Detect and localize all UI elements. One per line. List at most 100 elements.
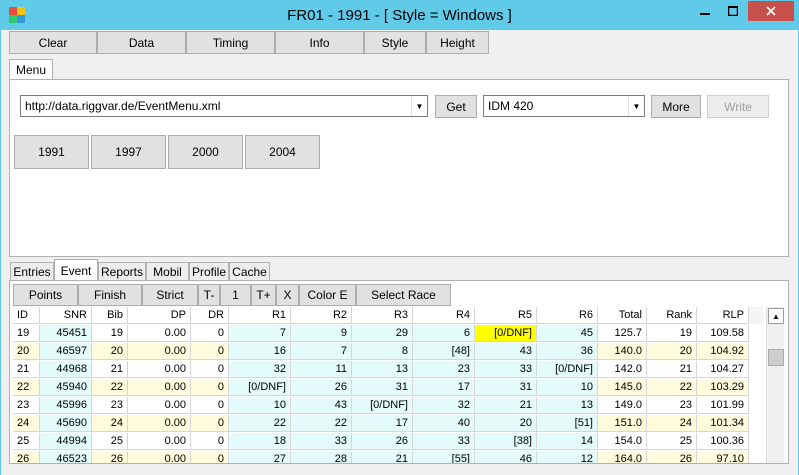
toolbar-button-timing[interactable]: Timing <box>186 31 275 54</box>
event-toolbar-x[interactable]: X <box>276 284 299 306</box>
column-header[interactable]: Rank <box>647 307 697 324</box>
column-header[interactable]: R6 <box>537 307 598 324</box>
table-cell: 14 <box>537 433 598 450</box>
event-toolbar-points[interactable]: Points <box>13 284 78 306</box>
table-cell: [0/DNF] <box>352 397 413 414</box>
table-cell: 45996 <box>40 397 92 414</box>
chevron-down-icon[interactable]: ▼ <box>628 96 644 116</box>
tab-profile[interactable]: Profile <box>189 262 229 281</box>
table-cell: 17 <box>352 415 413 432</box>
toolbar-button-style[interactable]: Style <box>364 31 426 54</box>
table-row[interactable]: 19 45451 19 0.00 0 7 9 29 6 [0/DNF] 45 125.7 19 109.5… <box>13 325 763 342</box>
event-toolbar-strict[interactable]: Strict <box>142 284 198 306</box>
column-header[interactable]: R2 <box>291 307 352 324</box>
url-combobox[interactable]: http://data.riggvar.de/EventMenu.xml ▼ <box>20 95 428 117</box>
table-cell: 21 <box>647 361 697 378</box>
write-button[interactable]: Write <box>707 95 769 118</box>
tab-cache[interactable]: Cache <box>229 262 270 281</box>
table-row[interactable]: 24 45690 24 0.00 0 22 22 17 40 20 [51] 151.0 24 101.3… <box>13 415 763 432</box>
year-button-1991[interactable]: 1991 <box>14 135 89 169</box>
table-cell: 17 <box>413 379 475 396</box>
table-cell: 25 <box>92 433 128 450</box>
column-header[interactable]: R1 <box>229 307 291 324</box>
column-header[interactable]: ID <box>13 307 40 324</box>
get-button[interactable]: Get <box>435 95 477 118</box>
tab-mobil[interactable]: Mobil <box>146 262 189 281</box>
event-toolbar-t[interactable]: T+ <box>251 284 276 306</box>
table-cell: 0.00 <box>128 361 191 378</box>
column-header[interactable]: Total <box>598 307 647 324</box>
event-toolbar-finish[interactable]: Finish <box>78 284 142 306</box>
tab-reports[interactable]: Reports <box>98 262 146 281</box>
table-cell: 13 <box>537 397 598 414</box>
event-toolbar-1[interactable]: 1 <box>220 284 251 306</box>
table-cell: 104.27 <box>697 361 749 378</box>
table-row[interactable]: 26 46523 26 0.00 0 27 28 21 [55] 46 12 164.0 26 97.10 <box>13 451 763 463</box>
table-header: ID SNR Bib DP DR R1 R2 R3 R4 R5 R6 Total Rank RLP <box>13 307 763 324</box>
tab-event[interactable]: Event <box>54 259 98 281</box>
chevron-down-icon[interactable]: ▼ <box>411 96 427 116</box>
menu-panel: http://data.riggvar.de/EventMenu.xml ▼ G… <box>9 79 789 257</box>
toolbar-button-data[interactable]: Data <box>97 31 186 54</box>
table-row[interactable]: 22 45940 22 0.00 0 [0/DNF] 26 31 17 31 10 145.0 22 10… <box>13 379 763 396</box>
table-cell: 6 <box>413 325 475 342</box>
vertical-scrollbar[interactable]: ▲ <box>766 307 784 463</box>
column-header[interactable]: R3 <box>352 307 413 324</box>
column-header[interactable]: Bib <box>92 307 128 324</box>
maximize-button[interactable] <box>719 1 746 21</box>
tab-menu[interactable]: Menu <box>9 59 53 80</box>
table-cell: 0.00 <box>128 433 191 450</box>
toolbar-button-height[interactable]: Height <box>426 31 489 54</box>
table-cell: 22 <box>13 379 40 396</box>
minimize-button[interactable] <box>691 1 718 21</box>
table-cell: 26 <box>291 379 352 396</box>
more-button[interactable]: More <box>651 95 701 118</box>
minimize-icon <box>699 13 710 15</box>
column-header[interactable]: R5 <box>475 307 537 324</box>
table-cell: 0 <box>191 415 229 432</box>
column-header[interactable]: SNR <box>40 307 92 324</box>
chevron-up-icon: ▲ <box>772 311 780 321</box>
table-row[interactable]: 21 44968 21 0.00 0 32 11 13 23 33 [0/DNF] 142.0 21 10… <box>13 361 763 378</box>
table-cell: 23 <box>92 397 128 414</box>
table-cell: 45451 <box>40 325 92 342</box>
table-row[interactable]: 20 46597 20 0.00 0 16 7 8 [48] 43 36 140.0 20 104.92 <box>13 343 763 360</box>
event-combobox[interactable]: IDM 420 ▼ <box>483 95 645 117</box>
column-header[interactable]: RLP <box>697 307 749 324</box>
table-cell: 26 <box>13 451 40 463</box>
event-value: IDM 420 <box>488 99 534 113</box>
event-toolbar-select-race[interactable]: Select Race <box>356 284 451 306</box>
table-cell: 22 <box>647 379 697 396</box>
table-cell: 0 <box>191 433 229 450</box>
year-button-1997[interactable]: 1997 <box>91 135 166 169</box>
scroll-thumb[interactable] <box>768 349 784 366</box>
table-cell: 97.10 <box>697 451 749 463</box>
table-cell: 0 <box>191 325 229 342</box>
table-cell: 0 <box>191 361 229 378</box>
event-grid[interactable]: ID SNR Bib DP DR R1 R2 R3 R4 R5 R6 Total Rank RLP 19 45… <box>13 307 763 463</box>
table-cell: 26 <box>92 451 128 463</box>
column-header[interactable]: R4 <box>413 307 475 324</box>
close-button[interactable] <box>748 1 794 21</box>
table-cell: 0 <box>191 451 229 463</box>
table-cell: 20 <box>475 415 537 432</box>
column-header[interactable]: DP <box>128 307 191 324</box>
event-toolbar-t[interactable]: T- <box>198 284 220 306</box>
table-cell: 142.0 <box>598 361 647 378</box>
table-cell: 46 <box>475 451 537 463</box>
table-cell: 45940 <box>40 379 92 396</box>
toolbar-button-clear[interactable]: Clear <box>9 31 97 54</box>
year-button-2000[interactable]: 2000 <box>168 135 243 169</box>
table-cell: 46597 <box>40 343 92 360</box>
table-row[interactable]: 23 45996 23 0.00 0 10 43 [0/DNF] 32 21 13 149.0 23 10… <box>13 397 763 414</box>
year-button-2004[interactable]: 2004 <box>245 135 320 169</box>
table-cell: 10 <box>229 397 291 414</box>
scroll-up-button[interactable]: ▲ <box>768 308 784 324</box>
column-header[interactable]: DR <box>191 307 229 324</box>
tab-entries[interactable]: Entries <box>10 262 54 281</box>
toolbar-button-info[interactable]: Info <box>275 31 364 54</box>
close-icon <box>766 6 776 16</box>
event-toolbar-color-e[interactable]: Color E <box>299 284 356 306</box>
table-row[interactable]: 25 44994 25 0.00 0 18 33 26 33 [38] 14 154.0 25 100.3… <box>13 433 763 450</box>
table-cell: 24 <box>13 415 40 432</box>
